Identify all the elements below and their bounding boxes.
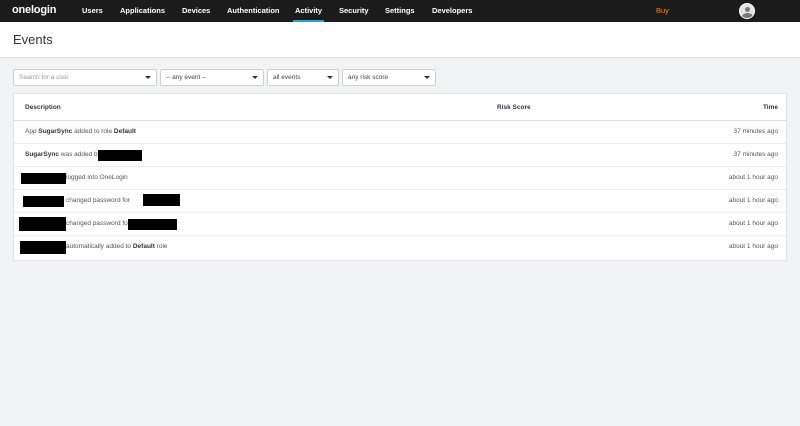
event-description: automatically added to Default role — [66, 243, 168, 250]
event-description: changed password for — [66, 197, 130, 204]
chevron-down-icon — [327, 76, 333, 79]
nav-devices[interactable]: Devices — [182, 0, 210, 22]
table-row[interactable]: changed password for about 1 hour ago — [14, 213, 786, 236]
user-avatar-icon[interactable] — [739, 3, 755, 19]
event-time: about 1 hour ago — [728, 243, 778, 250]
event-description: changed password for — [66, 220, 130, 227]
event-time: about 1 hour ago — [728, 197, 778, 204]
redacted-user — [20, 241, 66, 254]
redacted-user — [98, 150, 142, 161]
column-header-description[interactable]: Description — [25, 104, 61, 111]
buy-link[interactable]: Buy — [656, 0, 669, 22]
nav-developers[interactable]: Developers — [432, 0, 472, 22]
event-time: about 1 hour ago — [728, 220, 778, 227]
risk-score-value: any risk score — [348, 74, 389, 81]
nav-applications[interactable]: Applications — [120, 0, 165, 22]
chevron-down-icon — [424, 76, 430, 79]
risk-score-select[interactable]: any risk score — [342, 69, 436, 86]
table-row[interactable]: changed password for about 1 hour ago — [14, 190, 786, 213]
event-description: App SugarSync added to role Default — [25, 128, 136, 135]
redacted-user — [128, 219, 177, 230]
event-description: SugarSync was added by — [25, 151, 101, 158]
top-nav-bar: onelogin Users Applications Devices Auth… — [0, 0, 800, 22]
table-row[interactable]: App SugarSync added to role Default 37 m… — [14, 121, 786, 144]
nav-users[interactable]: Users — [82, 0, 103, 22]
event-type-select[interactable]: -- any event -- — [160, 69, 264, 86]
column-header-risk-score[interactable]: Risk Score — [497, 104, 531, 111]
events-table: Description Risk Score Time App SugarSyn… — [13, 93, 787, 261]
page-header: Events — [0, 22, 800, 58]
nav-authentication[interactable]: Authentication — [227, 0, 280, 22]
redacted-user — [19, 217, 66, 231]
user-search-placeholder: Search for a user — [19, 74, 69, 81]
event-time: 37 minutes ago — [733, 128, 778, 135]
table-row[interactable]: SugarSync was added by 37 minutes ago — [14, 144, 786, 167]
event-period-select[interactable]: all events — [267, 69, 339, 86]
nav-settings[interactable]: Settings — [385, 0, 415, 22]
nav-security[interactable]: Security — [339, 0, 369, 22]
table-row[interactable]: automatically added to Default role abou… — [14, 236, 786, 259]
event-period-value: all events — [273, 74, 301, 81]
user-search-input[interactable]: Search for a user — [13, 69, 157, 86]
event-time: 37 minutes ago — [733, 151, 778, 158]
redacted-user — [21, 173, 66, 184]
event-time: about 1 hour ago — [728, 174, 778, 181]
page-title: Events — [13, 32, 53, 47]
onelogin-logo[interactable]: onelogin — [12, 4, 56, 16]
column-header-time[interactable]: Time — [763, 104, 778, 111]
table-row[interactable]: logged into OneLogin about 1 hour ago — [14, 167, 786, 190]
nav-activity[interactable]: Activity — [292, 0, 325, 22]
event-type-value: -- any event -- — [166, 74, 207, 81]
redacted-user — [143, 194, 180, 206]
event-description: logged into OneLogin — [66, 174, 128, 181]
redacted-user — [23, 196, 64, 207]
chevron-down-icon — [252, 76, 258, 79]
chevron-down-icon — [145, 76, 151, 79]
